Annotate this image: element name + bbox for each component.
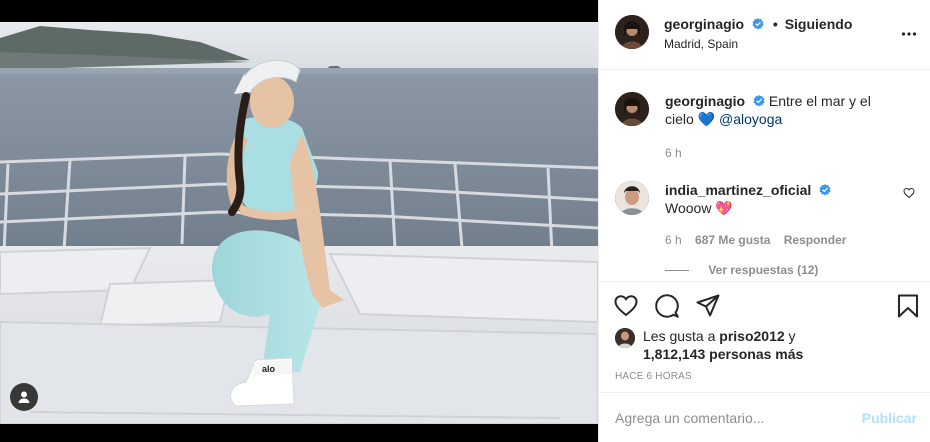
author-username[interactable]: georginagio — [664, 16, 744, 32]
likes-prefix: Les gusta a — [643, 328, 716, 344]
post-timestamp[interactable]: HACE 6 HORAS — [615, 371, 692, 382]
likes-text: Les gusta a priso2012 y 1,812,143 person… — [643, 327, 913, 363]
liker-username[interactable]: priso2012 — [719, 328, 784, 344]
caption: georginagio Entre el mar y el cielo 💙 @a… — [615, 92, 915, 162]
caption-avatar[interactable] — [615, 92, 649, 126]
verified-badge-icon — [819, 184, 831, 196]
caption-meta: 6 h — [665, 144, 692, 162]
add-comment-bar: Publicar — [599, 392, 930, 442]
sparkling-heart-emoji: 💖 — [715, 200, 733, 216]
caption-username[interactable]: georginagio — [665, 93, 745, 109]
author-avatar[interactable] — [615, 15, 649, 49]
post-header: georginagio • Siguiendo Madrid, Spain — [599, 0, 930, 70]
caption-mention-link[interactable]: @aloyoga — [719, 111, 782, 127]
comment-time[interactable]: 6 h — [665, 233, 682, 247]
caption-time[interactable]: 6 h — [665, 146, 682, 160]
photo-letterbox-bottom — [0, 424, 598, 442]
comment-likes-count[interactable]: 687 Me gusta — [695, 233, 770, 247]
post-photo[interactable]: alo — [0, 22, 598, 424]
comment-meta: 6 h 687 Me gusta Responder — [665, 231, 856, 249]
more-options-icon[interactable] — [901, 26, 917, 42]
photo-letterbox-top — [0, 0, 598, 22]
likes-connector: y — [788, 328, 796, 344]
comment-icon[interactable] — [654, 293, 680, 319]
comment-text: Wooow — [665, 200, 712, 216]
header-line: georginagio • Siguiendo — [664, 16, 852, 32]
comment-input[interactable] — [615, 406, 845, 430]
commenter-username[interactable]: india_martinez_oficial — [665, 182, 811, 198]
comment-item: india_martinez_oficial Wooow 💖 6 h 687 M… — [615, 181, 915, 251]
comment-like-heart-icon[interactable] — [903, 187, 915, 199]
comments-list: georginagio Entre el mar y el cielo 💙 @a… — [599, 71, 930, 281]
post-location[interactable]: Madrid, Spain — [664, 37, 738, 51]
post-actions-area: Les gusta a priso2012 y 1,812,143 person… — [599, 281, 930, 391]
likes-others-button[interactable]: 1,812,143 personas más — [643, 346, 803, 362]
paper-plane-icon[interactable] — [695, 293, 721, 319]
view-replies-button[interactable]: Ver respuestas (12) — [665, 263, 818, 277]
follow-status-button[interactable]: Siguiendo — [785, 16, 853, 32]
blue-heart-emoji: 💙 — [697, 111, 716, 127]
reply-button[interactable]: Responder — [784, 233, 847, 247]
user-tag-icon — [18, 391, 30, 403]
post-photo-pane: alo — [0, 0, 598, 442]
publish-comment-button[interactable]: Publicar — [862, 410, 917, 426]
replies-line — [665, 270, 689, 272]
svg-text:alo: alo — [262, 364, 276, 374]
view-replies-label: Ver respuestas (12) — [708, 263, 819, 277]
bookmark-icon[interactable] — [895, 293, 921, 319]
post-sidebar: georginagio • Siguiendo Madrid, Spain ge… — [598, 0, 930, 442]
liker-avatar[interactable] — [615, 328, 635, 348]
caption-body: georginagio Entre el mar y el cielo 💙 @a… — [665, 92, 895, 128]
commenter-avatar[interactable] — [615, 181, 649, 215]
verified-badge-icon — [753, 95, 765, 107]
verified-badge-icon — [752, 18, 764, 30]
user-tag-button[interactable] — [10, 383, 38, 411]
separator-dot: • — [772, 16, 778, 32]
comment-body: india_martinez_oficial Wooow 💖 — [665, 181, 895, 217]
heart-icon[interactable] — [613, 293, 639, 319]
